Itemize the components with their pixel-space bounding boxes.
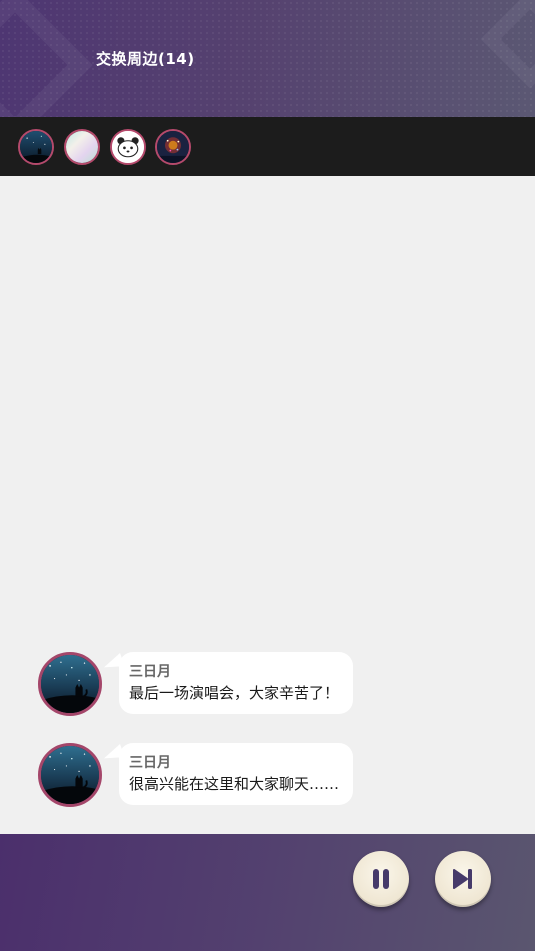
message-bubble: 三日月 最后一场演唱会，大家辛苦了！ — [119, 652, 354, 714]
chat-area[interactable]: 三日月 最后一场演唱会，大家辛苦了！ 三日月 很高兴能在这里和大家聊天…… — [0, 176, 535, 834]
fireworks-avatar-icon — [157, 131, 189, 163]
member-avatar-fireworks[interactable] — [155, 129, 191, 165]
skip-next-button[interactable] — [435, 851, 491, 907]
message-avatar[interactable] — [38, 743, 102, 807]
member-avatar-iridescent[interactable] — [64, 129, 100, 165]
pause-button[interactable] — [353, 851, 409, 907]
night-sky-cat-avatar-icon — [20, 131, 52, 163]
iridescent-avatar-icon — [66, 131, 98, 163]
night-sky-cat-avatar-icon — [41, 746, 99, 804]
header-decoration — [480, 0, 535, 89]
header-bar: 交换周边(14) — [0, 0, 535, 117]
message-bubble: 三日月 很高兴能在这里和大家聊天…… — [119, 743, 354, 805]
member-avatar-panda[interactable] — [110, 129, 146, 165]
panda-avatar-icon — [112, 131, 144, 163]
message-speaker: 三日月 — [129, 664, 171, 680]
header-decoration — [0, 0, 93, 117]
night-sky-cat-avatar-icon — [41, 655, 99, 713]
member-strip — [0, 117, 535, 176]
pause-icon — [373, 869, 389, 889]
message-text: 很高兴能在这里和大家聊天…… — [129, 775, 340, 793]
message-text: 最后一场演唱会，大家辛苦了！ — [129, 684, 340, 702]
member-avatar-night-sky-cat[interactable] — [18, 129, 54, 165]
message-avatar[interactable] — [38, 652, 102, 716]
footer-bar — [0, 834, 535, 951]
skip-next-icon — [453, 869, 472, 889]
chat-title: 交换周边(14) — [96, 50, 195, 68]
message-speaker: 三日月 — [129, 755, 171, 771]
